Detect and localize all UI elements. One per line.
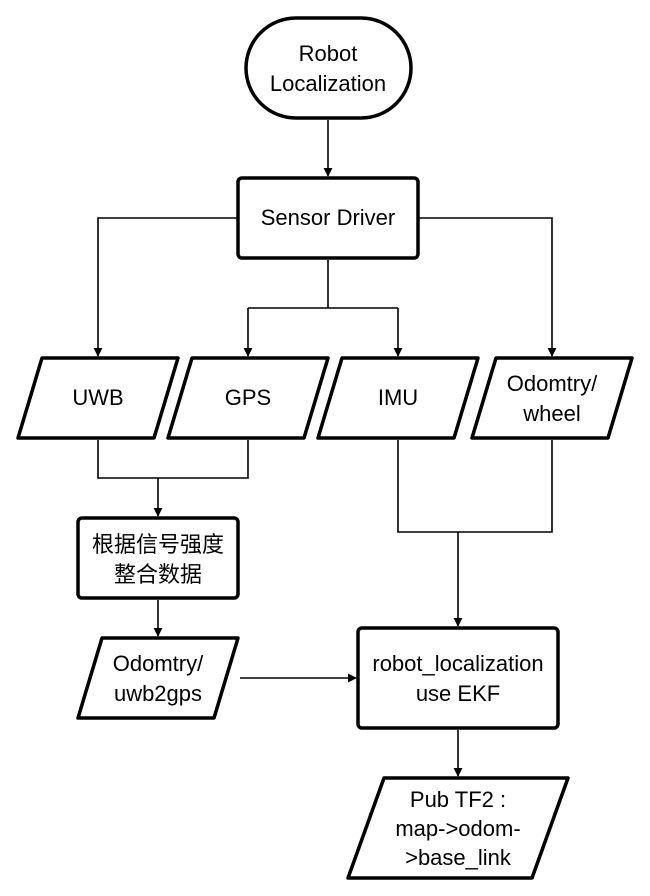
node-merge-line2: 整合数据 [114, 562, 202, 587]
node-tf2-line1: Pub TF2 : [410, 787, 506, 812]
node-merge: 根据信号强度 整合数据 [76, 516, 240, 600]
node-tf2: Pub TF2 : map->odom- >base_link [346, 776, 570, 880]
edge-sensor-driver-to-odom-wheel [419, 217, 557, 357]
node-start-line2: Localization [270, 71, 386, 96]
node-imu: IMU [316, 356, 480, 440]
node-odom-wheel: Odomtry/ wheel [470, 356, 634, 440]
node-tf2-line2: map->odom- [395, 816, 520, 841]
node-start: Robot Localization [244, 16, 413, 120]
node-odom-uwb-line2: uwb2gps [114, 681, 202, 706]
node-tf2-line3: >base_link [405, 845, 512, 870]
node-ekf-line1: robot_localization [372, 651, 543, 676]
node-uwb-label: UWB [72, 385, 123, 410]
node-odom-wheel-line1: Odomtry/ [507, 371, 598, 396]
edge-uwb-gps-join [97, 440, 249, 479]
edge-imu-wheel-join [397, 440, 553, 533]
node-start-line1: Robot [299, 41, 358, 66]
node-imu-label: IMU [378, 385, 418, 410]
node-odom-uwb: Odomtry/ uwb2gps [76, 636, 240, 720]
node-ekf-line2: use EKF [416, 681, 500, 706]
node-uwb: UWB [16, 356, 180, 440]
node-sensor-driver: Sensor Driver [236, 176, 420, 260]
node-merge-line1: 根据信号强度 [92, 532, 224, 557]
node-gps: GPS [166, 356, 330, 440]
node-odom-wheel-line2: wheel [522, 401, 580, 426]
node-gps-label: GPS [225, 385, 271, 410]
flowchart: Robot Localization Sensor Driver UWB GPS… [16, 16, 634, 880]
node-sensor-driver-label: Sensor Driver [261, 205, 395, 230]
edge-trunk-to-gps [248, 307, 398, 356]
edge-sensor-driver-to-uwb [93, 217, 237, 357]
node-odom-uwb-line1: Odomtry/ [113, 651, 204, 676]
node-ekf: robot_localization use EKF [356, 626, 560, 730]
